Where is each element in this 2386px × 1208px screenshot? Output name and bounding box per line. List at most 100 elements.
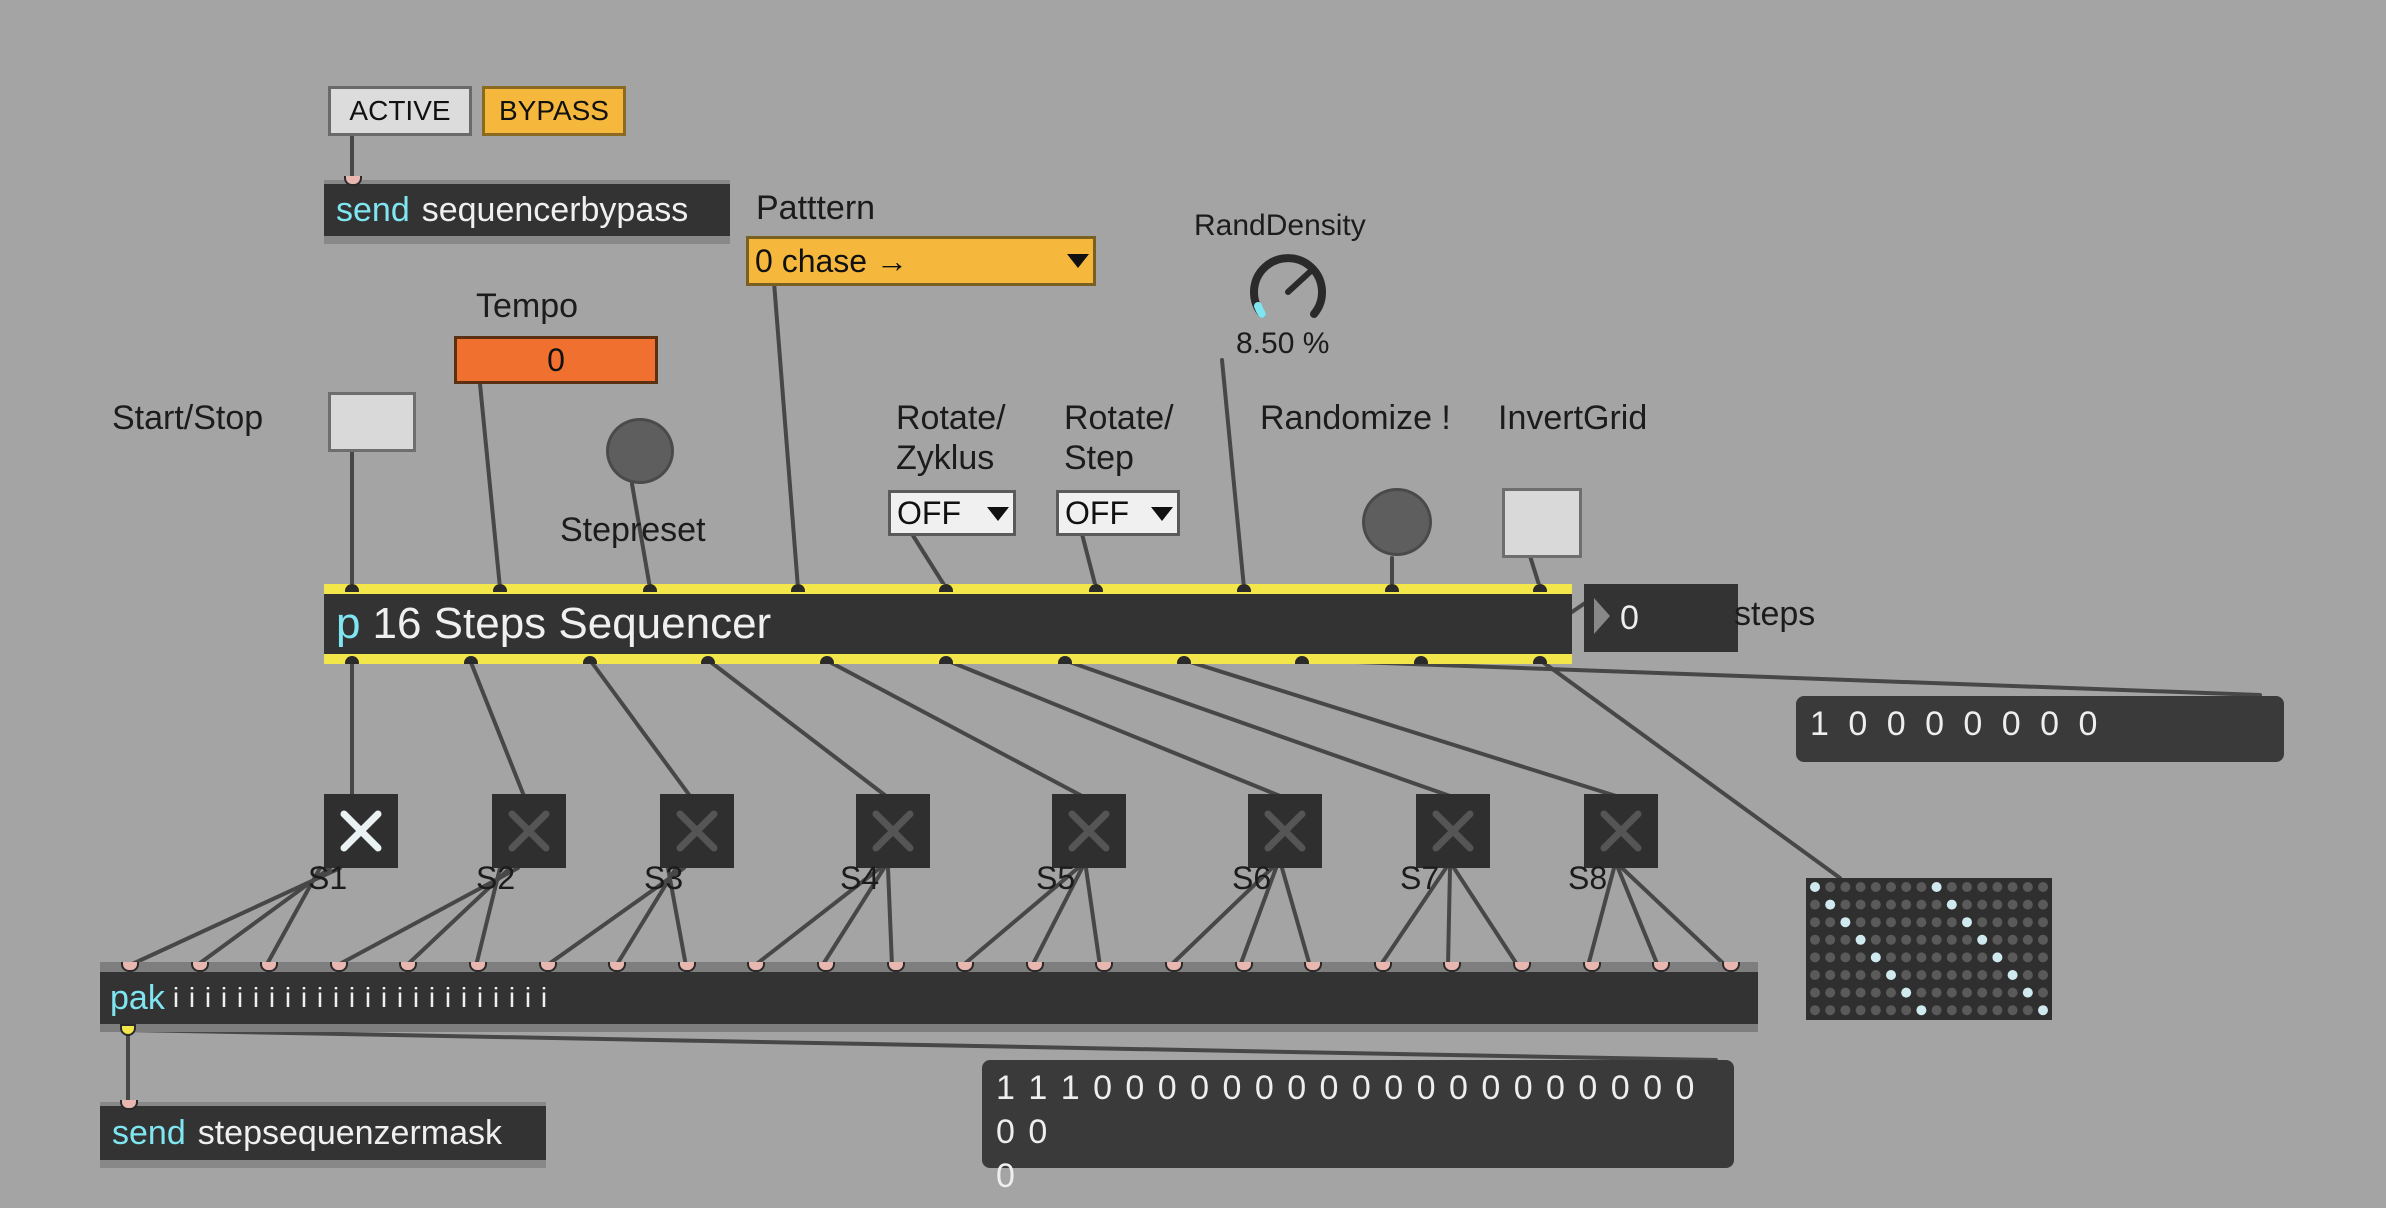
matrix-cell [1886,917,1896,928]
send-sequencerbypass-object[interactable]: send sequencerbypass [324,180,730,244]
matrix-cell [1901,899,1912,910]
matrix-cell [2038,970,2048,980]
rotate-step-selected: OFF [1065,494,1129,531]
matrix-cell [1870,917,1881,928]
stepreset-bang[interactable] [606,418,674,484]
matrix-cell [1962,882,1972,892]
matrix-cell [1886,882,1896,892]
matrix-cell [1901,952,1912,963]
step-toggle-5[interactable] [1052,794,1126,868]
matrix-cell [1825,899,1836,910]
matrix-cell [1855,882,1866,892]
randomize-bang[interactable] [1362,488,1432,556]
start-stop-toggle[interactable] [328,392,416,452]
matrix-cell [1977,882,1988,892]
matrix-cell [1946,917,1957,928]
chevron-down-icon [1151,507,1173,521]
matrix-cell [2022,1005,2033,1016]
matrix-cell [1840,970,1851,980]
matrix-cell [2007,882,2018,892]
step-label-2: S2 [476,860,516,896]
matrix-cell [2022,899,2033,910]
matrix-cell [1916,882,1927,892]
sequencer-outlet-icon [582,656,597,664]
matrix-cell [1977,987,1988,998]
matrix-cell [2022,917,2033,928]
pak-args: i i i i i i i i i i i i i i i i i i i i … [172,982,549,1013]
send-name: sequencerbypass [421,190,689,229]
output-message-line2: 0 [996,1157,1020,1195]
sequencer-outlet-icon [1414,656,1429,664]
matrix-cell [1992,952,2003,963]
output-mask-message[interactable]: 1 1 1 0 0 0 0 0 0 0 0 0 0 0 0 0 0 0 0 0 … [982,1060,1734,1195]
matrix-cell [1855,1005,1866,1016]
send-stepsequenzermask-object[interactable]: send stepsequenzermask [100,1102,546,1168]
matrix-cell [1840,1005,1851,1016]
matrix-cell [1855,952,1866,963]
matrix-cell [1931,952,1942,963]
rotate-zyklus-menu[interactable]: OFF [888,490,1016,536]
matrix-cell [1825,917,1836,928]
send-keyword: send [336,190,410,229]
matrix-cell [1825,970,1836,980]
matrix-cell [1992,934,2003,945]
matrix-cell [1992,970,2003,980]
chevron-down-icon [1067,254,1089,268]
step-toggle-4[interactable] [856,794,930,868]
rotate-step-menu[interactable]: OFF [1056,490,1180,536]
matrix-cell [1931,934,1942,945]
matrix-cell [1931,987,1942,998]
step-toggle-7[interactable] [1416,794,1490,868]
matrix-cell [1840,917,1851,928]
matrix-cell [1962,934,1972,945]
matrix-cell [1810,917,1820,928]
step-label-8: S8 [1568,860,1608,896]
matrix-cell [1825,987,1836,998]
step-toggle-1[interactable] [324,794,398,868]
matrix-cell [2022,987,2033,998]
matrix-cell [2007,952,2018,963]
matrix-cell [1946,899,1957,910]
sequencer-keyword: p [336,599,361,648]
matrix-cell [1810,970,1820,980]
matrix-cell [1870,899,1881,910]
pak-object[interactable]: pak i i i i i i i i i i i i i i i i i i … [100,962,1758,1032]
matrix-cell [1825,934,1836,945]
bypass-button[interactable]: BYPASS [482,86,626,136]
sequencer-inlet-icon [643,584,657,592]
matrix-cell [1870,987,1881,998]
matrix-cell [1931,899,1942,910]
rotate-zyklus-label-line1: Rotate/ [896,399,1006,437]
matrix-cell [1886,899,1896,910]
sequencer-subpatcher[interactable]: p 16 Steps Sequencer [324,584,1572,664]
pattern-menu[interactable]: 0 chase → [746,236,1096,286]
x-icon [1432,810,1474,852]
invertgrid-toggle[interactable] [1502,488,1582,558]
matrix-cell [1886,1005,1896,1016]
matrix-cell [1992,882,2003,892]
matrix-cell [1855,970,1866,980]
step-mask-message[interactable]: 1 0 0 0 0 0 0 0 [1796,696,2284,762]
step-matrix-grid[interactable] [1806,878,2052,1020]
matrix-cell [2038,987,2048,998]
matrix-cell [1870,1005,1881,1016]
matrix-cell [1840,987,1851,998]
tempo-number-box[interactable]: 0 [454,336,658,384]
step-toggle-6[interactable] [1248,794,1322,868]
active-button[interactable]: ACTIVE [328,86,472,136]
step-toggle-8[interactable] [1584,794,1658,868]
matrix-cell [1916,899,1927,910]
matrix-cell [1946,970,1957,980]
step-toggle-3[interactable] [660,794,734,868]
matrix-cell [1977,952,1988,963]
sequencer-inlet-icon [1089,584,1103,592]
start-stop-label: Start/Stop [112,399,264,437]
sequencer-inlet-icon [791,584,805,592]
matrix-cell [1916,934,1927,945]
matrix-cell [1916,917,1927,928]
matrix-cell [1810,934,1820,945]
step-toggle-2[interactable] [492,794,566,868]
steps-label: steps [1734,595,1816,633]
randdensity-label: RandDensity [1194,209,1366,242]
step-label-5: S5 [1036,860,1076,896]
